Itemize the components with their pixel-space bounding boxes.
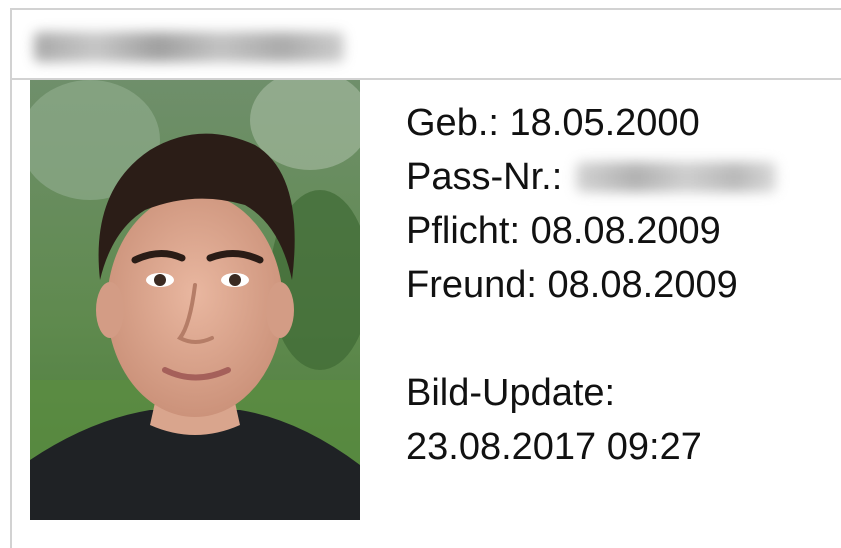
update-label: Bild-Update: [406,372,616,414]
birth-value: 18.05.2000 [509,102,700,144]
player-photo [30,80,360,520]
update-label-row: Bild-Update: [406,366,776,420]
birth-row: Geb.: 18.05.2000 [406,96,776,150]
birth-label: Geb.: [406,102,499,144]
player-name-redacted [34,32,344,62]
update-value-row: 23.08.2017 09:27 [406,420,776,474]
card-header [12,10,841,80]
freund-value: 08.08.2009 [547,264,738,306]
pflicht-label: Pflicht: [406,210,521,252]
update-value: 23.08.2017 09:27 [406,426,702,468]
pflicht-row: Pflicht: 08.08.2009 [406,204,776,258]
pass-row: Pass-Nr.: [406,150,777,204]
pass-value-redacted [576,162,777,192]
freund-label: Freund: [406,264,537,306]
freund-row: Freund: 08.08.2009 [406,258,776,312]
pass-label: Pass-Nr.: [406,156,563,198]
pflicht-value: 08.08.2009 [530,210,721,252]
player-info: Geb.: 18.05.2000 Pass-Nr.: Pflicht: 08.0… [406,96,777,474]
